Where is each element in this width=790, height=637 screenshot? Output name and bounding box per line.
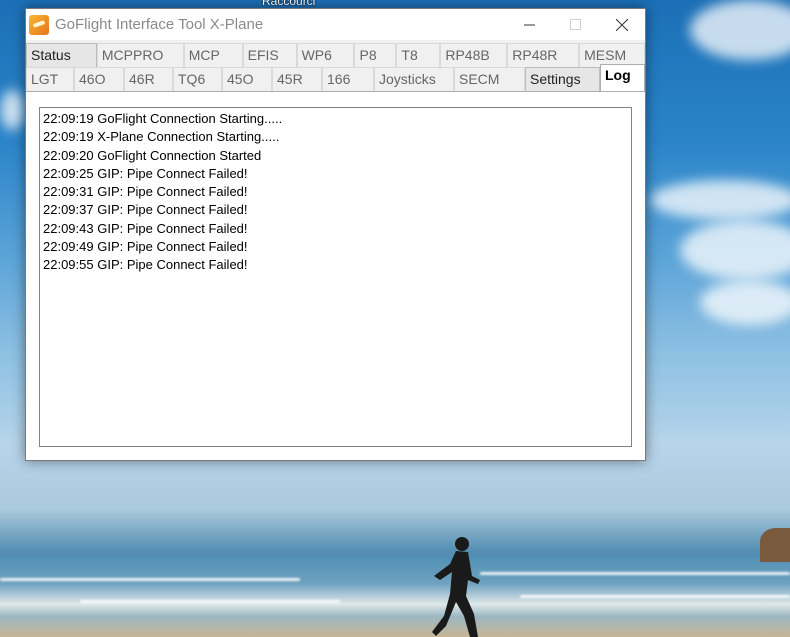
wave: [0, 578, 300, 581]
log-line[interactable]: 22:09:31 GIP: Pipe Connect Failed!: [43, 183, 628, 201]
cloud: [700, 280, 790, 325]
wave: [520, 595, 790, 598]
log-line[interactable]: 22:09:20 GoFlight Connection Started: [43, 147, 628, 165]
tab-efis[interactable]: EFIS: [242, 43, 297, 67]
log-line[interactable]: 22:09:19 X-Plane Connection Starting....…: [43, 128, 628, 146]
cloud: [680, 220, 790, 280]
maximize-button[interactable]: [553, 9, 599, 40]
tab-row-1: Status MCPPRO MCP EFIS WP6 P8 T8 RP48B R…: [26, 43, 646, 67]
window-title: GoFlight Interface Tool X-Plane: [55, 16, 264, 33]
tab-p8[interactable]: P8: [354, 43, 397, 67]
log-line[interactable]: 22:09:19 GoFlight Connection Starting...…: [43, 110, 628, 128]
tab-mcppro[interactable]: MCPPRO: [96, 43, 184, 67]
log-tab-panel: 22:09:19 GoFlight Connection Starting...…: [26, 91, 645, 460]
tab-tq6[interactable]: TQ6: [173, 67, 222, 91]
tab-joysticks[interactable]: Joysticks: [374, 67, 454, 91]
rock: [760, 528, 790, 562]
tab-status[interactable]: Status: [26, 43, 97, 67]
tab-wp6[interactable]: WP6: [296, 43, 355, 67]
tab-46o[interactable]: 46O: [74, 67, 124, 91]
log-listbox[interactable]: 22:09:19 GoFlight Connection Starting...…: [39, 107, 632, 447]
log-line[interactable]: 22:09:43 GIP: Pipe Connect Failed!: [43, 220, 628, 238]
tab-settings[interactable]: Settings: [525, 67, 600, 91]
minimize-button[interactable]: [507, 9, 553, 40]
runner-silhouette: [432, 537, 480, 637]
log-line[interactable]: 22:09:55 GIP: Pipe Connect Failed!: [43, 256, 628, 274]
close-button[interactable]: [599, 9, 645, 40]
close-icon: [616, 18, 628, 31]
title-bar[interactable]: GoFlight Interface Tool X-Plane: [26, 9, 645, 40]
cloud: [650, 180, 790, 220]
tab-t8[interactable]: T8: [396, 43, 441, 67]
maximize-icon: [570, 18, 581, 30]
tab-strip: Status MCPPRO MCP EFIS WP6 P8 T8 RP48B R…: [26, 43, 646, 91]
window-controls: [507, 9, 645, 40]
goflight-logo-icon: [29, 14, 49, 35]
log-line[interactable]: 22:09:49 GIP: Pipe Connect Failed!: [43, 238, 628, 256]
log-line[interactable]: 22:09:37 GIP: Pipe Connect Failed!: [43, 201, 628, 219]
tab-log[interactable]: Log: [600, 64, 645, 91]
tab-rp48r[interactable]: RP48R: [507, 43, 580, 67]
wave: [80, 600, 340, 603]
tab-lgt[interactable]: LGT: [26, 67, 74, 91]
minimize-icon: [524, 24, 535, 25]
desktop-shortcut-label[interactable]: Raccourci: [262, 0, 315, 8]
tab-row-2: LGT 46O 46R TQ6 45O 45R 166 Joysticks SE…: [26, 64, 645, 91]
tab-45r[interactable]: 45R: [272, 67, 322, 91]
wave: [480, 572, 790, 575]
cloud: [0, 90, 25, 130]
app-window: GoFlight Interface Tool X-Plane Status M…: [25, 8, 646, 461]
tab-166[interactable]: 166: [322, 67, 374, 91]
tab-45o[interactable]: 45O: [222, 67, 272, 91]
tab-rp48b[interactable]: RP48B: [440, 43, 508, 67]
tab-mcp[interactable]: MCP: [183, 43, 243, 67]
log-line[interactable]: 22:09:25 GIP: Pipe Connect Failed!: [43, 165, 628, 183]
tab-secm[interactable]: SECM: [454, 67, 525, 91]
cloud: [690, 0, 790, 60]
tab-46r[interactable]: 46R: [124, 67, 173, 91]
